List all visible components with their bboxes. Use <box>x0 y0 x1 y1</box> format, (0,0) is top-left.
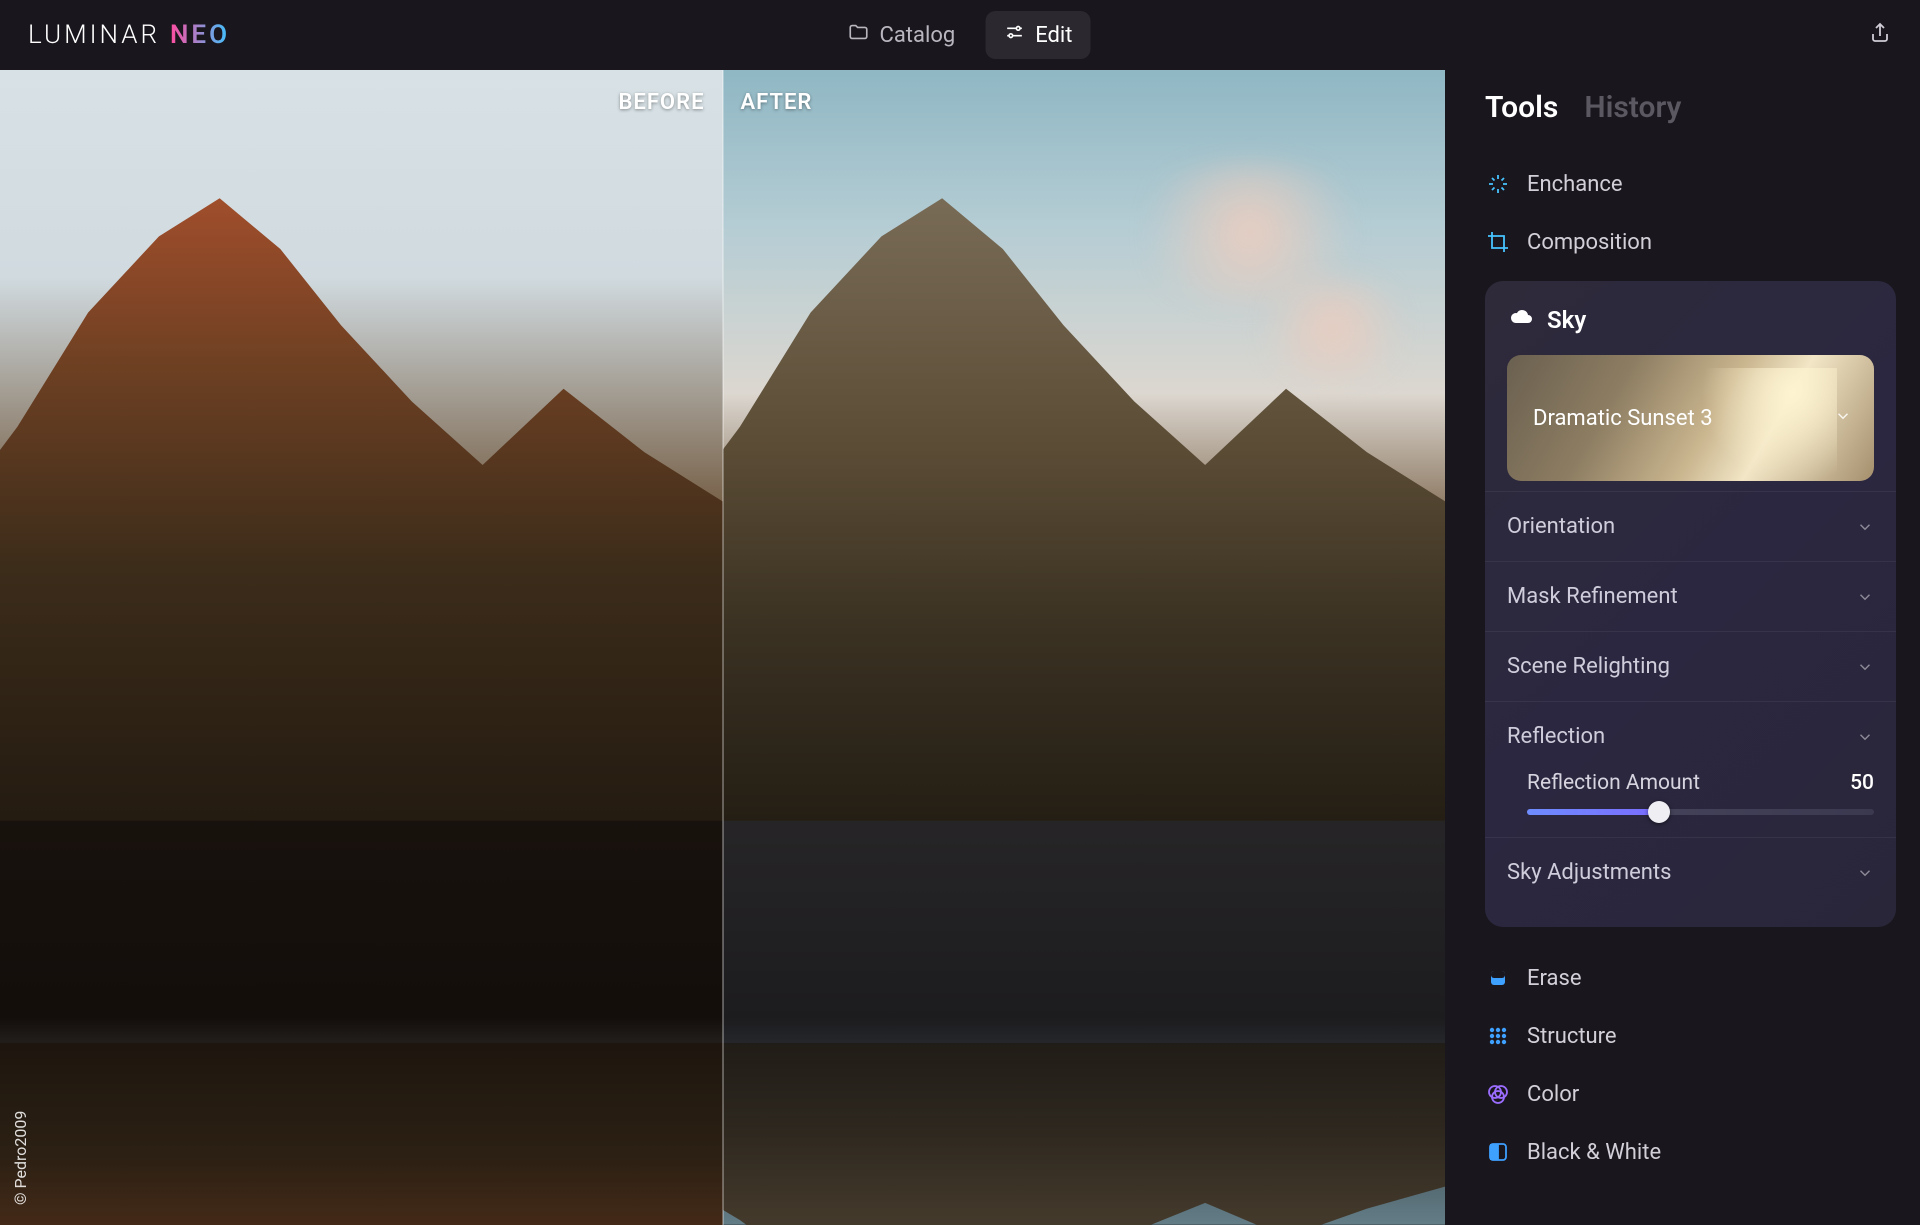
slider-thumb[interactable] <box>1648 801 1670 823</box>
chevron-down-icon <box>1856 728 1874 746</box>
photo-credit: © Pedro2009 <box>11 1111 30 1205</box>
section-reflection-label: Reflection <box>1507 724 1605 749</box>
section-sky-adjustments: Sky Adjustments <box>1485 837 1896 907</box>
section-reflection-body: Reflection Amount 50 <box>1507 771 1874 837</box>
section-scene-relighting-label: Scene Relighting <box>1507 654 1670 679</box>
erase-icon <box>1485 965 1511 991</box>
tool-bw-label: Black & White <box>1527 1140 1661 1165</box>
tool-color[interactable]: Color <box>1485 1065 1896 1123</box>
section-mask-refinement-head[interactable]: Mask Refinement <box>1507 562 1874 631</box>
image-after <box>723 70 1446 1225</box>
label-before: BEFORE <box>618 90 704 115</box>
section-sky-adjustments-label: Sky Adjustments <box>1507 860 1671 885</box>
sky-tool-card: Sky Dramatic Sunset 3 Orientation Mask R… <box>1485 281 1896 927</box>
top-right <box>1868 21 1892 49</box>
sky-title: Sky <box>1547 306 1586 334</box>
reflection-amount-row: Reflection Amount 50 <box>1527 771 1874 795</box>
tool-structure[interactable]: Structure <box>1485 1007 1896 1065</box>
tool-erase[interactable]: Erase <box>1485 949 1896 1007</box>
right-panel: Tools History Enchance Composition Sky <box>1445 70 1920 1225</box>
nav-catalog-label: Catalog <box>880 23 956 48</box>
share-button[interactable] <box>1868 30 1892 49</box>
app-logo: LUMINAR NEO <box>28 20 230 50</box>
tool-color-label: Color <box>1527 1082 1579 1107</box>
panel-tabs: Tools History <box>1485 90 1896 125</box>
chevron-down-icon <box>1834 406 1852 431</box>
crop-icon <box>1485 229 1511 255</box>
nav-catalog[interactable]: Catalog <box>830 11 974 59</box>
sky-preset-selector[interactable]: Dramatic Sunset 3 <box>1507 355 1874 481</box>
tool-enhance-label: Enchance <box>1527 172 1623 197</box>
logo-text-a: LUMINAR <box>28 20 160 50</box>
sliders-icon <box>1003 21 1025 49</box>
dots-icon <box>1485 1023 1511 1049</box>
tool-bw[interactable]: Black & White <box>1485 1123 1896 1181</box>
reflection-amount-label: Reflection Amount <box>1527 771 1700 795</box>
logo-text-b: NEO <box>170 20 230 50</box>
split-handle[interactable] <box>722 70 724 1225</box>
half-square-icon <box>1485 1139 1511 1165</box>
slider-fill <box>1527 809 1659 815</box>
sparkle-icon <box>1485 171 1511 197</box>
section-scene-relighting-head[interactable]: Scene Relighting <box>1507 632 1874 701</box>
nav-center: Catalog Edit <box>830 11 1091 59</box>
image-before <box>0 70 723 1225</box>
chevron-down-icon <box>1856 658 1874 676</box>
tab-tools[interactable]: Tools <box>1485 90 1558 125</box>
chevron-down-icon <box>1856 864 1874 882</box>
chevron-down-icon <box>1856 588 1874 606</box>
sky-preset-label: Dramatic Sunset 3 <box>1533 406 1713 431</box>
section-reflection: Reflection Reflection Amount 50 <box>1485 701 1896 837</box>
section-mask-refinement-label: Mask Refinement <box>1507 584 1678 609</box>
section-mask-refinement: Mask Refinement <box>1485 561 1896 631</box>
venn-icon <box>1485 1081 1511 1107</box>
chevron-down-icon <box>1856 518 1874 536</box>
tab-history[interactable]: History <box>1584 90 1681 125</box>
reflection-amount-slider[interactable] <box>1527 809 1874 815</box>
tool-structure-label: Structure <box>1527 1024 1617 1049</box>
sky-header[interactable]: Sky <box>1507 301 1874 355</box>
section-scene-relighting: Scene Relighting <box>1485 631 1896 701</box>
tool-composition-label: Composition <box>1527 230 1652 255</box>
label-after: AFTER <box>741 90 813 115</box>
tool-composition[interactable]: Composition <box>1485 213 1896 271</box>
section-orientation-head[interactable]: Orientation <box>1507 492 1874 561</box>
reflection-amount-value: 50 <box>1850 771 1874 795</box>
section-orientation: Orientation <box>1485 491 1896 561</box>
tool-erase-label: Erase <box>1527 966 1582 991</box>
tool-enhance[interactable]: Enchance <box>1485 155 1896 213</box>
folder-icon <box>848 21 870 49</box>
top-bar: LUMINAR NEO Catalog Edit <box>0 0 1920 70</box>
workspace: BEFORE AFTER © Pedro2009 Tools History E… <box>0 70 1920 1225</box>
nav-edit-label: Edit <box>1035 23 1072 48</box>
nav-edit[interactable]: Edit <box>985 11 1090 59</box>
section-orientation-label: Orientation <box>1507 514 1615 539</box>
image-canvas[interactable]: BEFORE AFTER © Pedro2009 <box>0 70 1445 1225</box>
cloud-icon <box>1509 305 1533 335</box>
section-reflection-head[interactable]: Reflection <box>1507 702 1874 771</box>
section-sky-adjustments-head[interactable]: Sky Adjustments <box>1507 838 1874 907</box>
share-icon <box>1868 21 1892 45</box>
